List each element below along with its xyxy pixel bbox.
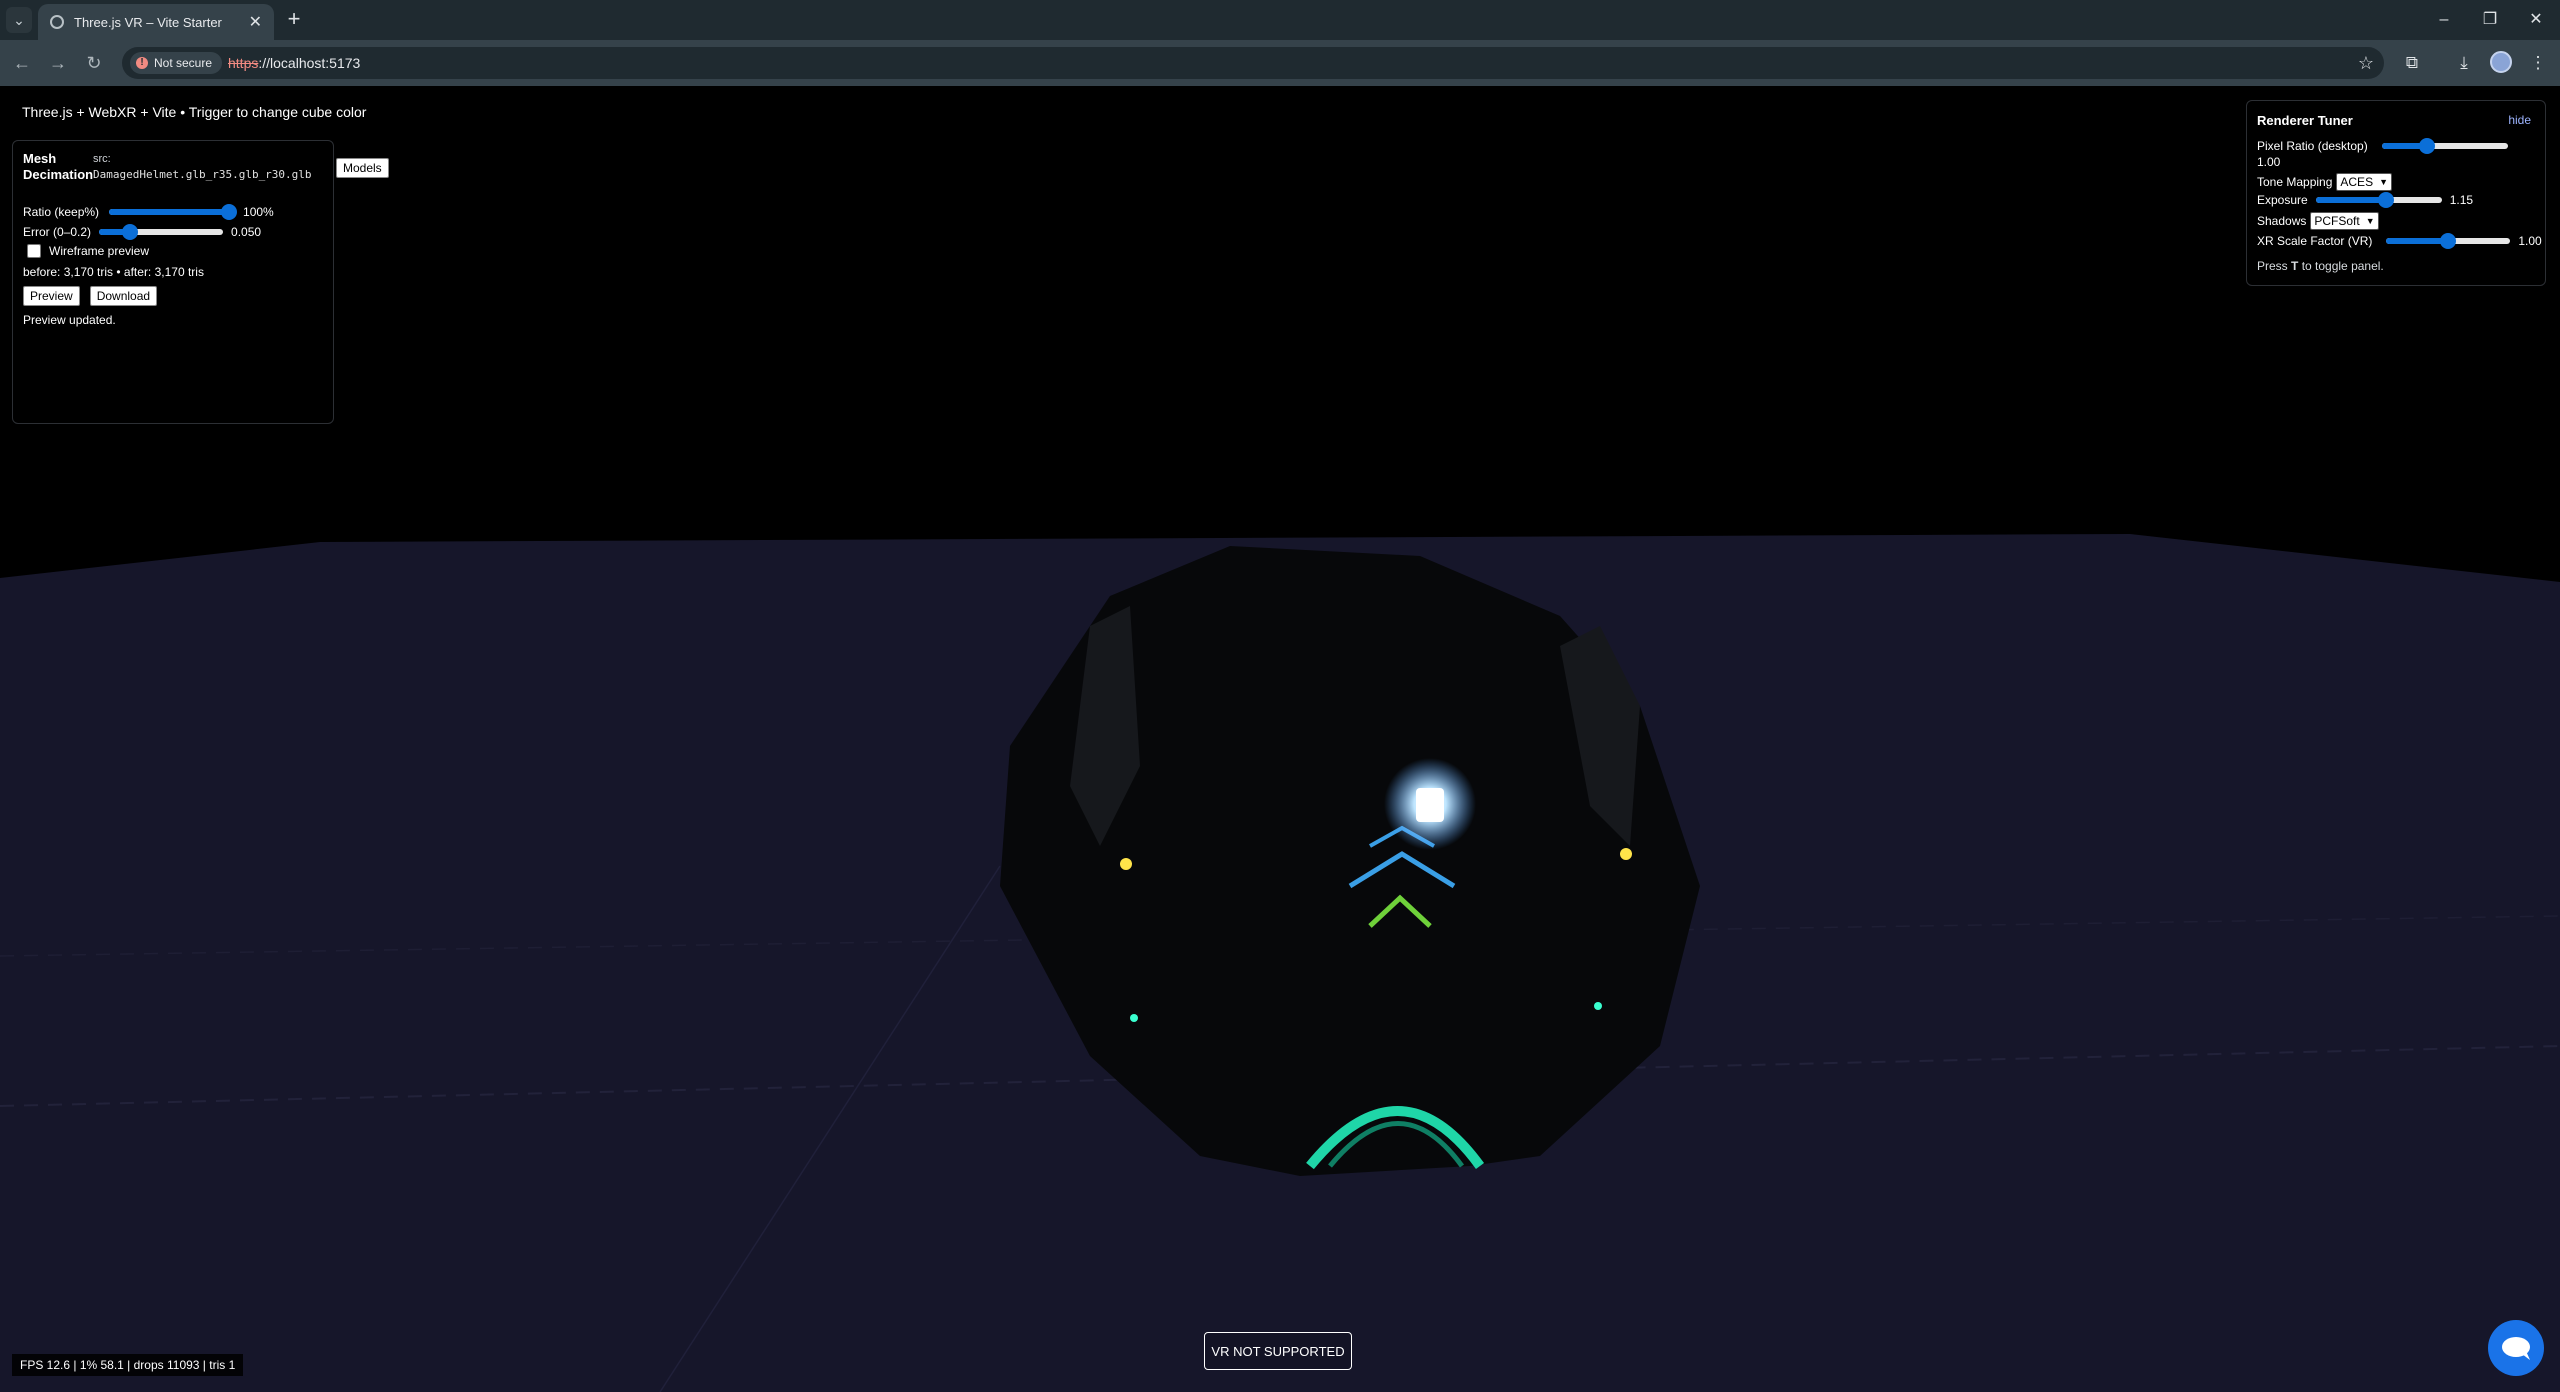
new-tab-plus-icon[interactable]: + [282,8,306,32]
scene-floor [0,534,2560,1392]
security-chip-label: Not secure [154,56,213,70]
more-menu-icon[interactable]: ⋮ [2526,51,2550,75]
xr-scale-fill [2386,238,2449,244]
xr-scale-row: XR Scale Factor (VR) 1.00 [2257,233,2542,249]
ratio-value: 100% [243,205,274,219]
shadows-label: Shadows [2257,214,2307,228]
extensions-icon[interactable]: ⧉ [2400,51,2424,75]
models-button[interactable]: Models [336,158,389,178]
xr-scale-value: 1.00 [2518,234,2542,248]
mesh-panel-title: Mesh Decimation [23,151,93,183]
hide-link[interactable]: hide [2508,113,2531,127]
exposure-thumb[interactable] [2378,192,2395,208]
url-text[interactable]: https://localhost:5173 [228,55,360,71]
exposure-row: Exposure 1.15 [2257,192,2474,208]
mesh-title-line2: Decimation [23,167,94,182]
restore-icon[interactable]: ❐ [2470,6,2510,34]
src-filename: DamagedHelmet.glb_r35.glb_r30.glb [93,168,312,181]
shadows-row: Shadows PCFSoft ▼ [2257,212,2379,230]
error-label: Error (0–0.2) [23,225,92,239]
wireframe-label[interactable]: Wireframe preview [49,244,149,258]
chat-bubble-button[interactable] [2488,1320,2544,1376]
address-bar[interactable]: ! Not secure https://localhost:5173 ☆ [122,47,2384,79]
mesh-title-line1: Mesh [23,151,57,166]
ratio-slider-fill [109,209,230,215]
ratio-slider-thumb[interactable] [221,204,238,220]
tab-search-chevron-icon[interactable]: ⌄ [6,7,32,33]
tab-active[interactable]: Three.js VR – Vite Starter ✕ [38,4,274,40]
wireframe-checkbox[interactable] [27,244,41,258]
url-protocol: https [228,55,259,71]
tone-mapping-row: Tone Mapping ACES ▼ [2257,173,2392,191]
tab-title: Three.js VR – Vite Starter [74,14,222,30]
tri-counts: before: 3,170 tris • after: 3,170 tris [23,265,204,279]
fps-stats: FPS 12.6 | 1% 58.1 | drops 11093 | tris … [12,1354,244,1376]
error-value: 0.050 [231,225,262,239]
hint-key: T [2291,259,2299,273]
tab-strip: ⌄ Three.js VR – Vite Starter ✕ + – ❐ ✕ [0,0,2560,40]
preview-button[interactable]: Preview [23,286,80,306]
mesh-decimation-panel: Mesh Decimation src: DamagedHelmet.glb_r… [12,140,334,424]
chat-bubble-icon [2502,1337,2530,1360]
src-label: src: [93,153,111,165]
forward-arrow-icon[interactable]: → [46,51,70,75]
exposure-label: Exposure [2257,193,2308,207]
shadows-value: PCFSoft [2314,214,2360,228]
mesh-actions: Preview Download [23,286,158,306]
ratio-slider[interactable] [109,204,238,220]
download-button[interactable]: Download [89,286,158,306]
chevron-down-icon: ▼ [2379,177,2388,187]
pixel-ratio-row: Pixel Ratio (desktop) [2257,138,2508,154]
app-heading: Three.js + WebXR + Vite • Trigger to cha… [22,104,367,120]
renderer-tuner-panel: Renderer Tuner hide Pixel Ratio (desktop… [2246,100,2546,286]
pixel-ratio-label: Pixel Ratio (desktop) [2257,139,2368,153]
error-slider-thumb[interactable] [122,224,139,240]
xr-scale-label: XR Scale Factor (VR) [2257,234,2373,248]
globe-icon [50,15,64,29]
tone-mapping-value: ACES [2340,175,2374,189]
tone-mapping-label: Tone Mapping [2257,175,2333,189]
pixel-ratio-slider[interactable] [2381,138,2508,154]
error-slider[interactable] [99,224,224,240]
warning-icon: ! [136,57,148,69]
security-chip[interactable]: ! Not secure [130,52,223,74]
back-arrow-icon[interactable]: ← [10,51,34,75]
pixel-ratio-thumb[interactable] [2419,138,2436,154]
ratio-label: Ratio (keep%) [23,205,100,219]
chevron-down-icon: ▼ [2365,216,2375,226]
wireframe-row: Wireframe preview [27,244,149,258]
hint-suffix: to toggle panel. [2298,259,2384,273]
url-host: ://localhost:5173 [258,55,361,71]
close-window-icon[interactable]: ✕ [2516,6,2556,34]
exposure-value: 1.15 [2449,193,2474,207]
exposure-fill [2315,197,2387,203]
vr-button[interactable]: VR NOT SUPPORTED [1204,1332,1352,1370]
xr-scale-slider[interactable] [2386,233,2511,249]
close-tab-icon[interactable]: ✕ [249,12,262,32]
mesh-status: Preview updated. [23,313,116,327]
exposure-slider[interactable] [2315,192,2442,208]
tuner-title: Renderer Tuner [2257,113,2353,128]
bookmark-star-icon[interactable]: ☆ [2358,53,2374,74]
minimize-icon[interactable]: – [2424,6,2464,34]
reload-icon[interactable]: ↻ [82,51,106,75]
browser-toolbar: ← → ↻ ! Not secure https://localhost:517… [0,40,2560,86]
hint-prefix: Press [2257,259,2292,273]
ratio-row: Ratio (keep%) 100% [23,204,274,220]
xr-scale-thumb[interactable] [2440,233,2457,249]
download-icon[interactable]: ⤓ [2452,51,2476,75]
shadows-select[interactable]: PCFSoft ▼ [2310,212,2379,230]
error-row: Error (0–0.2) 0.050 [23,224,262,240]
pixel-ratio-value: 1.00 [2257,155,2281,169]
tone-mapping-select[interactable]: ACES ▼ [2336,173,2392,191]
toggle-hint: Press T to toggle panel. [2257,259,2384,273]
webgl-canvas[interactable]: Three.js + WebXR + Vite • Trigger to cha… [0,86,2560,1392]
profile-avatar[interactable] [2490,51,2512,73]
